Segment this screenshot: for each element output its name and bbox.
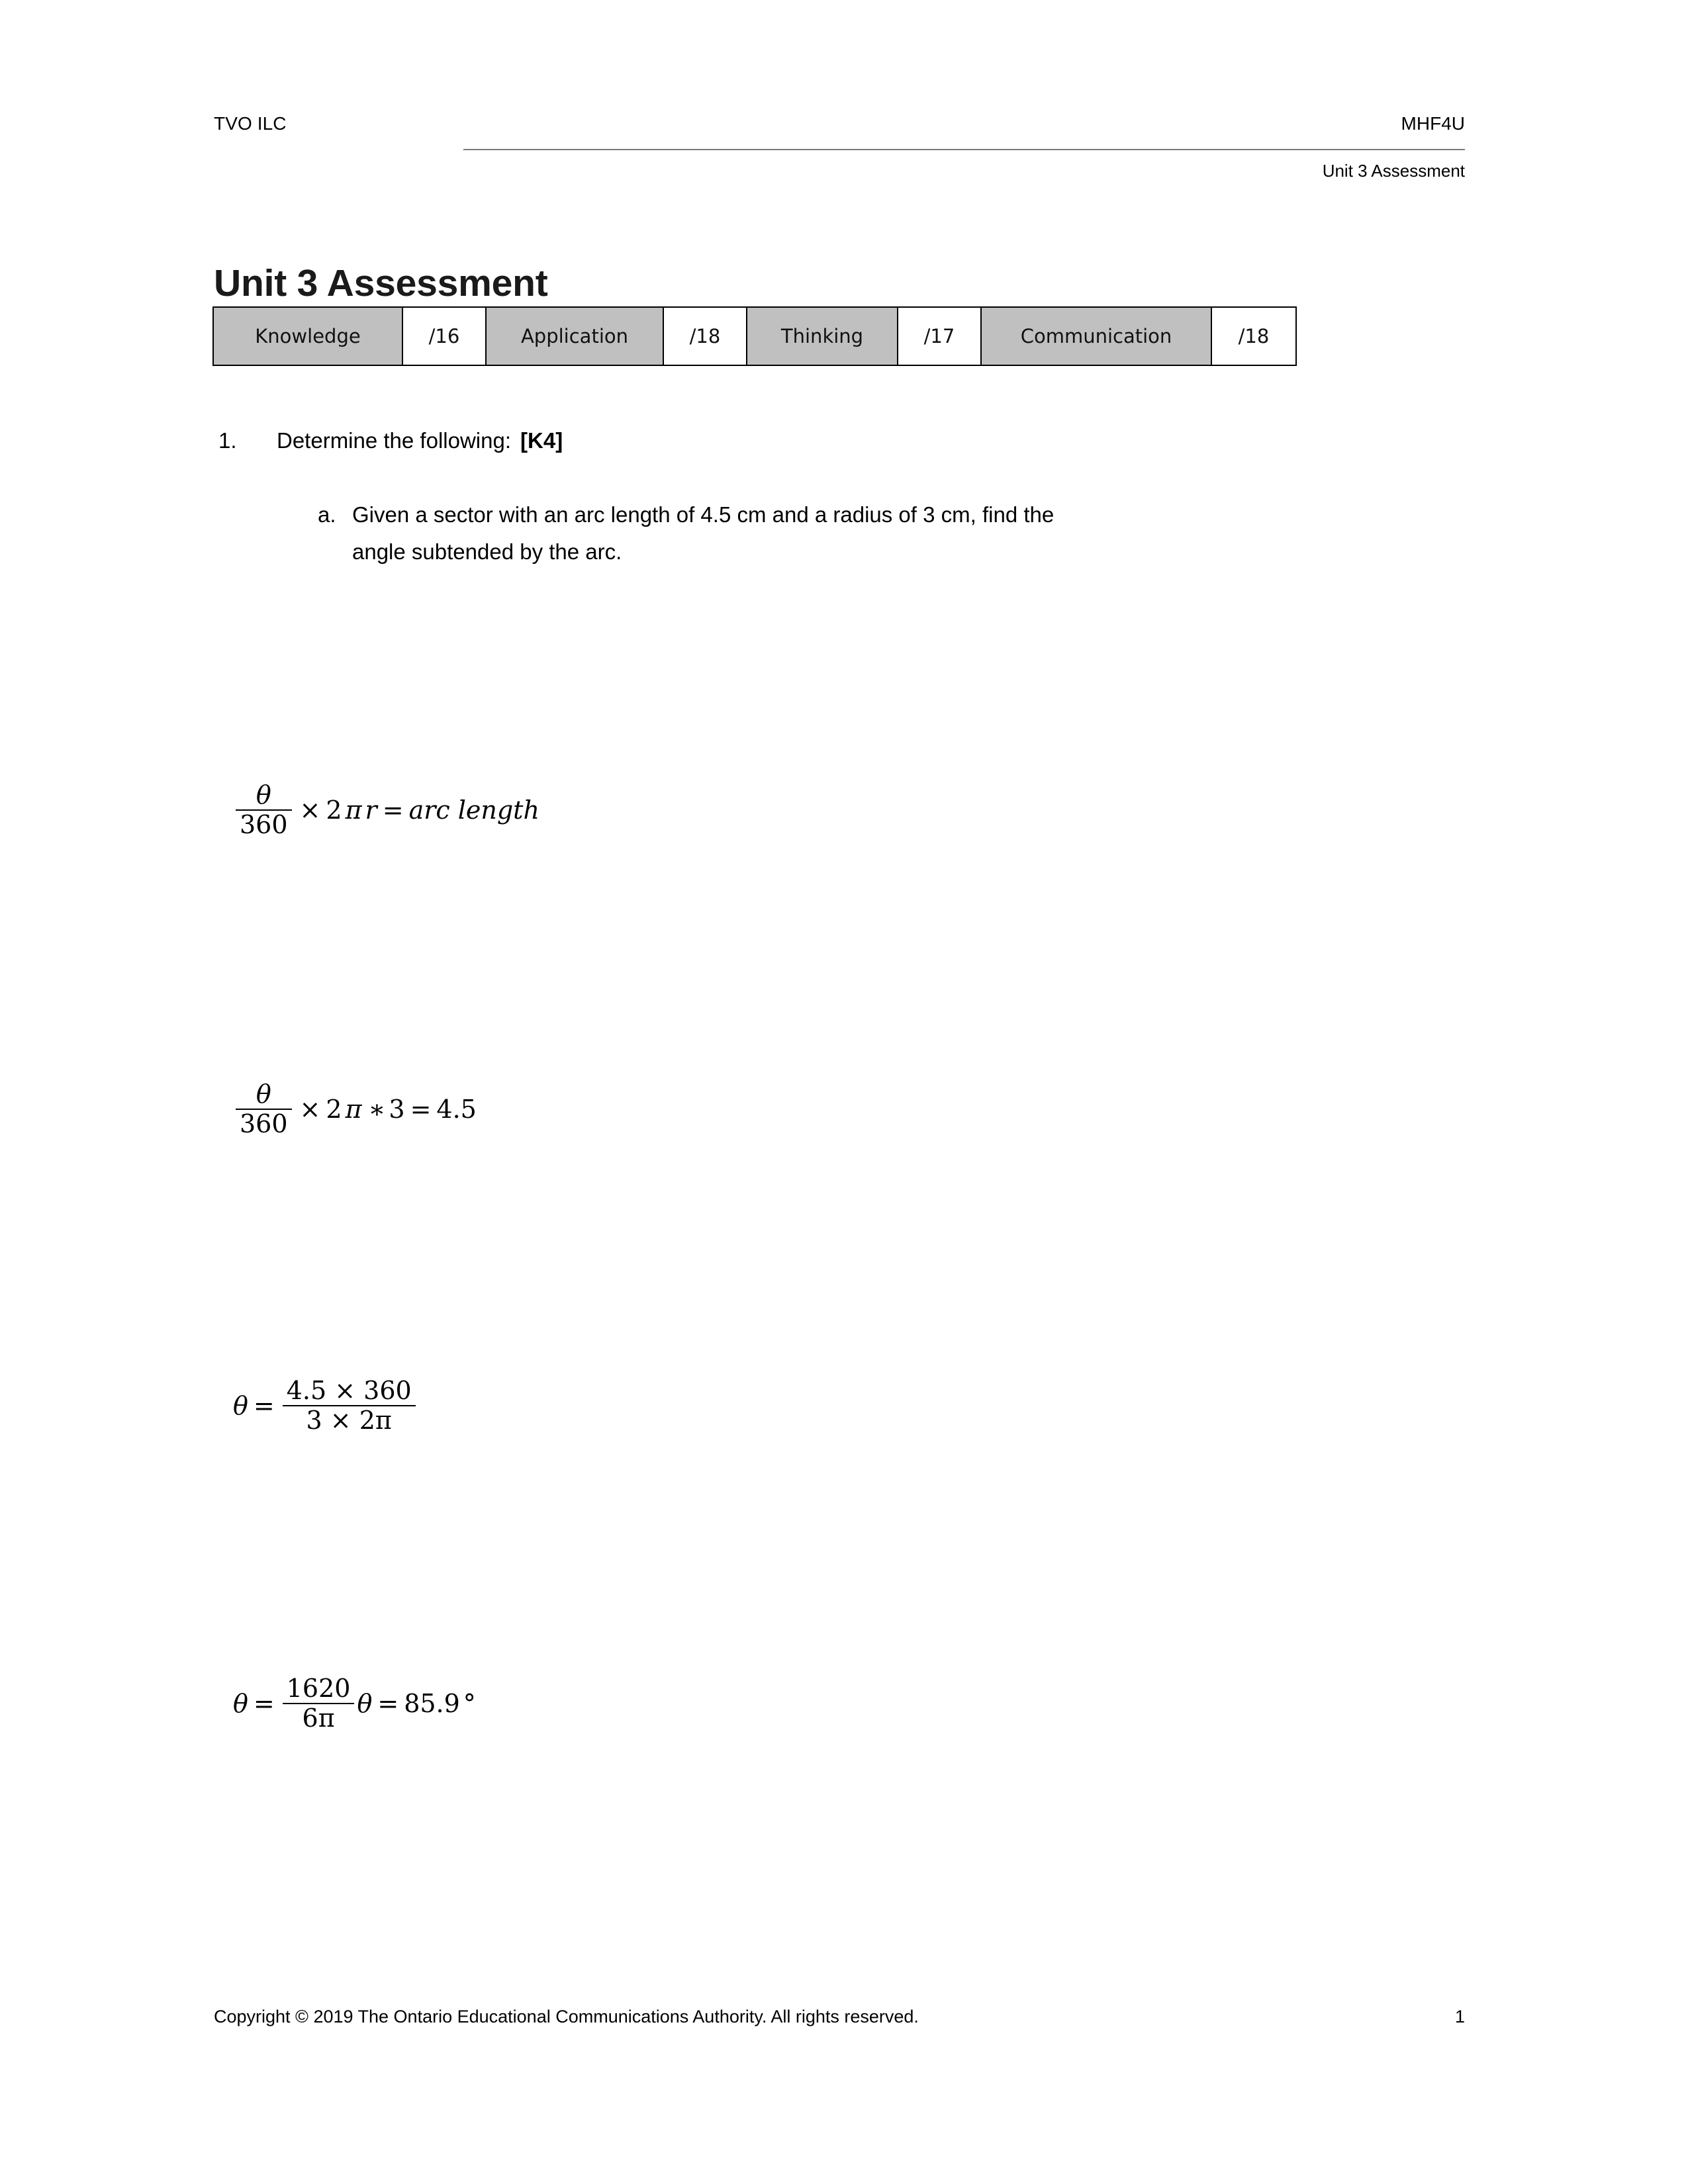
fraction-numerator: 1620 <box>286 1674 351 1703</box>
arc-length-value: 4.5 <box>436 1095 477 1124</box>
marks-category-application: Application <box>485 306 664 366</box>
degree-symbol: ° <box>463 1689 476 1719</box>
fraction-theta-over-360: θ 360 <box>236 781 292 839</box>
marks-category-thinking: Thinking <box>746 306 898 366</box>
table-row: Knowledge /16 Application /18 Thinking /… <box>212 306 1297 366</box>
equals-operator-second: = <box>377 1689 399 1719</box>
document-page: TVO ILC MHF4U Unit 3 Assessment Unit 3 A… <box>0 0 1688 2184</box>
answer-value: 85.9 <box>404 1689 460 1719</box>
marks-category-communication: Communication <box>980 306 1212 366</box>
fraction-denominator: 6π <box>302 1704 335 1733</box>
equals-operator: = <box>410 1095 432 1124</box>
marks-score-thinking[interactable]: /17 <box>897 306 982 366</box>
fraction-denominator: 3 × 2π <box>306 1406 392 1435</box>
header-unit-subtitle: Unit 3 Assessment <box>1322 161 1465 181</box>
equation-substituted-values: θ 360 × 2 π ∗ 3 = 4.5 <box>233 1080 477 1138</box>
fraction-numerator: θ <box>256 1079 271 1109</box>
copyright-notice: Copyright © 2019 The Ontario Educational… <box>214 2007 919 2026</box>
page-footer: Copyright © 2019 The Ontario Educational… <box>214 2005 1465 2032</box>
question-1-heading: 1. Determine the following: [K4] <box>218 427 563 455</box>
fraction-1620-over-6pi: 1620 6π <box>282 1674 355 1733</box>
question-number: 1. <box>218 428 237 453</box>
factor-two: 2 <box>326 796 342 825</box>
theta-symbol: θ <box>233 1689 248 1719</box>
theta-symbol: θ <box>233 1391 248 1421</box>
marks-score-application[interactable]: /18 <box>663 306 747 366</box>
arc-length-label: arc length <box>408 796 539 825</box>
page-header: TVO ILC MHF4U Unit 3 Assessment <box>214 113 1465 199</box>
equation-theta-isolated: θ = 4.5 × 360 3 × 2π <box>233 1377 418 1435</box>
pi-symbol: π <box>345 1095 362 1124</box>
page-number: 1 <box>1454 2007 1465 2026</box>
question-1-part-a: a. Given a sector with an arc length of 4… <box>318 496 1337 570</box>
page-title: Unit 3 Assessment <box>214 262 548 305</box>
radius-value: 3 <box>389 1095 405 1124</box>
part-letter: a. <box>318 502 336 527</box>
header-organization: TVO ILC <box>214 113 287 134</box>
fraction-numerator: θ <box>256 780 271 809</box>
factor-two: 2 <box>326 1095 342 1124</box>
equation-arc-length-formula: θ 360 × 2 π r = arc length <box>233 781 539 839</box>
pi-symbol: π <box>345 796 362 825</box>
multiply-operator: × <box>299 1095 321 1124</box>
part-text-line-1: Given a sector with an arc length of 4.5… <box>352 502 1055 527</box>
fraction-rearranged: 4.5 × 360 3 × 2π <box>282 1376 416 1435</box>
equals-operator: = <box>382 796 404 825</box>
fraction-denominator: 360 <box>240 810 288 840</box>
header-course-code: MHF4U <box>1401 113 1465 134</box>
marks-score-communication[interactable]: /18 <box>1211 306 1297 366</box>
fraction-denominator: 360 <box>240 1109 288 1139</box>
fraction-numerator: 4.5 × 360 <box>286 1376 412 1405</box>
fraction-theta-over-360: θ 360 <box>236 1080 292 1138</box>
equation-theta-final-answer: θ = 1620 6π θ = 85.9 ° <box>233 1674 479 1733</box>
theta-symbol-second: θ <box>357 1689 373 1719</box>
marks-score-knowledge[interactable]: /16 <box>402 306 487 366</box>
radius-variable: r <box>365 796 377 825</box>
marks-category-knowledge: Knowledge <box>212 306 403 366</box>
multiply-operator: × <box>299 796 321 825</box>
header-divider-rule <box>463 149 1465 150</box>
question-prompt: Determine the following: <box>277 428 512 453</box>
part-text-line-2: angle subtended by the arc. <box>352 539 622 564</box>
equals-operator: = <box>253 1689 275 1719</box>
equals-operator: = <box>253 1391 275 1421</box>
marks-breakdown-table: Knowledge /16 Application /18 Thinking /… <box>212 306 1297 366</box>
asterisk-operator: ∗ <box>368 1095 386 1124</box>
header-top-row: TVO ILC MHF4U <box>214 113 1465 144</box>
question-mark-tag: [K4] <box>520 428 563 453</box>
